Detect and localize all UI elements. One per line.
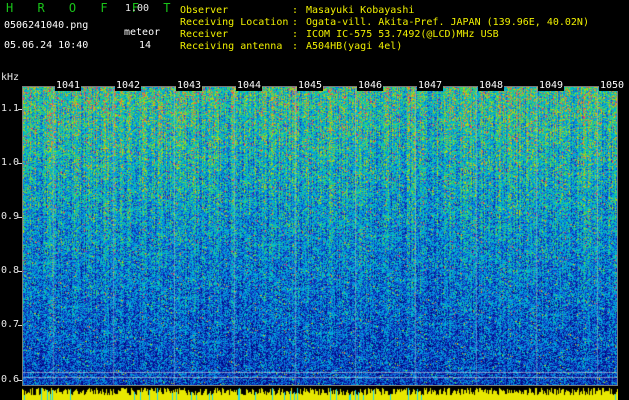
minute-label: 1046	[357, 80, 384, 91]
baseline-image	[22, 386, 618, 400]
meteor-count: 14	[139, 40, 152, 51]
observer-label: Observer	[180, 5, 229, 16]
freq-tick-label: 0.8	[1, 265, 20, 276]
location-label: Receiving Location	[180, 17, 289, 28]
minute-label: 1042	[115, 80, 142, 91]
file-name: 0506241040.png	[4, 20, 89, 31]
minute-label: 1043	[176, 80, 203, 91]
mode-label: meteor	[124, 27, 161, 38]
observer-value: Masayuki Kobayashi	[306, 5, 415, 16]
spectrogram-plot	[22, 86, 618, 386]
version-label: 1.00	[125, 3, 150, 14]
minute-label: 1047	[417, 80, 444, 91]
spectrogram-image	[23, 87, 617, 385]
location-value: Ogata-vill. Akita-Pref. JAPAN (139.96E, …	[306, 17, 589, 28]
antenna-sep: :	[292, 41, 299, 52]
freq-tick-label: 1.1	[1, 103, 20, 114]
antenna-label: Receiving antenna	[180, 41, 283, 52]
freq-tick-label: 1.0	[1, 157, 20, 168]
freq-tick-label: 0.9	[1, 211, 20, 222]
minute-label: 1048	[478, 80, 505, 91]
freq-unit-label: kHz	[1, 72, 20, 83]
minute-label: 1049	[538, 80, 565, 91]
freq-tick-label: 0.7	[1, 319, 20, 330]
minute-label: 1041	[55, 80, 82, 91]
receiver-value: ICOM IC-575 53.7492(@LCD)MHz USB	[306, 29, 499, 40]
receiver-sep: :	[292, 29, 299, 40]
minute-label: 1050	[599, 80, 626, 91]
signal-baseline	[22, 386, 618, 400]
freq-tick-label: 0.6	[1, 374, 20, 385]
datetime-label: 05.06.24 10:40	[4, 40, 89, 51]
minute-label: 1044	[236, 80, 263, 91]
header-panel: H R O F F T 1.00 0506241040.png meteor 0…	[0, 0, 629, 80]
antenna-value: A504HB(yagi 4el)	[306, 41, 403, 52]
location-sep: :	[292, 17, 299, 28]
observer-sep: :	[292, 5, 299, 16]
receiver-label: Receiver	[180, 29, 229, 40]
minute-label: 1045	[297, 80, 324, 91]
app-logo: H R O F F T	[6, 1, 179, 15]
